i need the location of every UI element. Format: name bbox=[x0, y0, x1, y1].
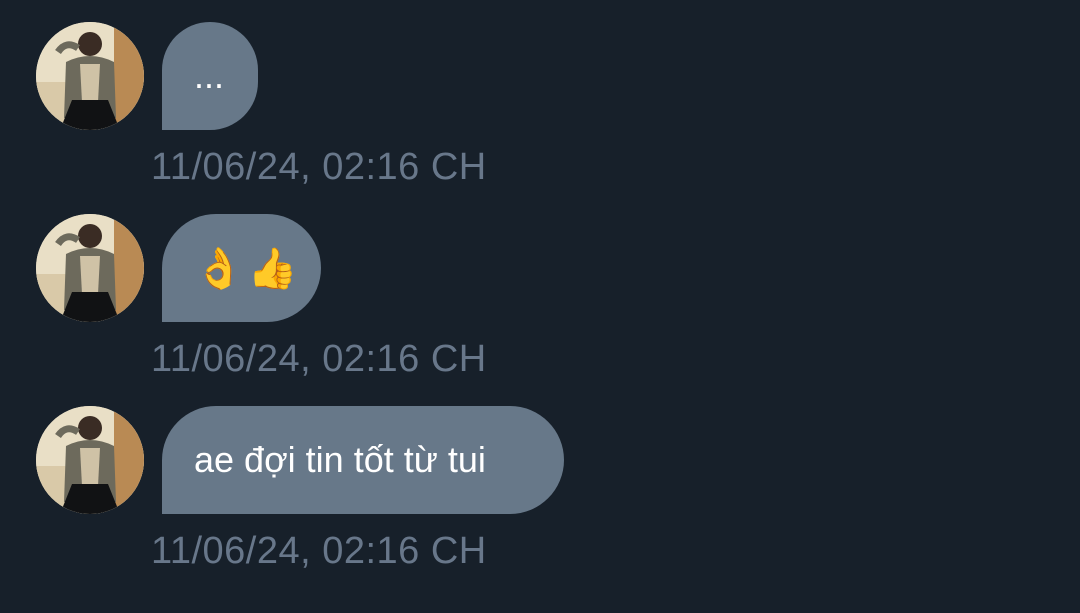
avatar[interactable] bbox=[36, 22, 144, 130]
avatar[interactable] bbox=[36, 406, 144, 514]
message-item: ae đợi tin tốt từ tui 11/06/24, 02:16 CH bbox=[0, 406, 1080, 576]
message-item: 👌👍 11/06/24, 02:16 CH bbox=[0, 214, 1080, 384]
user-avatar-photo-icon bbox=[36, 214, 144, 322]
message-timestamp: 11/06/24, 02:16 CH bbox=[151, 530, 487, 572]
message-item: ... 11/06/24, 02:16 CH bbox=[0, 22, 1080, 192]
message-timestamp: 11/06/24, 02:16 CH bbox=[151, 146, 487, 188]
message-text: ... bbox=[194, 55, 225, 96]
message-text: ae đợi tin tốt từ tui bbox=[194, 439, 486, 480]
message-timestamp: 11/06/24, 02:16 CH bbox=[151, 338, 487, 380]
user-avatar-photo-icon bbox=[36, 22, 144, 130]
message-bubble[interactable]: ... bbox=[162, 22, 258, 130]
user-avatar-photo-icon bbox=[36, 406, 144, 514]
avatar[interactable] bbox=[36, 214, 144, 322]
message-text: 👌👍 bbox=[194, 245, 302, 292]
message-bubble[interactable]: ae đợi tin tốt từ tui bbox=[162, 406, 564, 514]
message-bubble[interactable]: 👌👍 bbox=[162, 214, 321, 322]
